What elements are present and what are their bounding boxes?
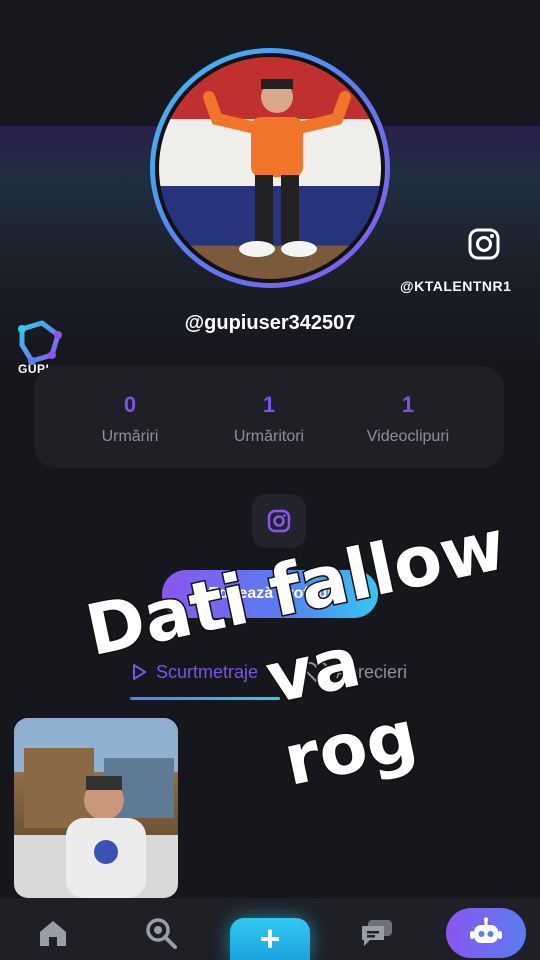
home-icon[interactable] bbox=[36, 916, 70, 950]
messages-icon[interactable] bbox=[360, 916, 394, 950]
avatar-photo bbox=[159, 57, 381, 279]
add-icon: + bbox=[259, 918, 281, 959]
instagram-icon bbox=[267, 509, 291, 533]
tab-videos[interactable]: Scurtmetraje bbox=[130, 658, 258, 686]
active-tab-indicator bbox=[130, 697, 280, 700]
stat-videos[interactable]: 1 Videoclipuri bbox=[348, 392, 468, 468]
assistant-button[interactable] bbox=[446, 908, 526, 958]
instagram-icon[interactable] bbox=[466, 226, 502, 262]
stat-label: Urmăritori bbox=[233, 428, 305, 445]
stat-label: Videoclipuri bbox=[366, 428, 450, 445]
tab-likes-label: Aprecieri bbox=[336, 661, 408, 682]
person-figure bbox=[203, 79, 351, 257]
avatar[interactable] bbox=[150, 48, 390, 288]
tab-videos-label: Scurtmetraje bbox=[156, 661, 259, 682]
discover-icon[interactable] bbox=[144, 916, 178, 950]
heart-icon bbox=[304, 661, 328, 683]
stat-label: Urmăriri bbox=[101, 428, 159, 445]
stat-followers[interactable]: 1 Urmăritori bbox=[209, 392, 329, 468]
bot-icon bbox=[470, 917, 502, 943]
tab-likes[interactable]: Aprecieri bbox=[304, 658, 407, 686]
video-thumbnail[interactable] bbox=[14, 718, 178, 898]
username: @gupiuser342507 bbox=[184, 312, 356, 334]
stat-value: 0 bbox=[123, 392, 137, 417]
stat-value: 1 bbox=[401, 392, 415, 417]
stats-card: 0 Urmăriri 1 Urmăritori 1 Videoclipuri bbox=[34, 366, 504, 468]
video-thumbnail-image bbox=[14, 718, 178, 898]
instagram-handle[interactable]: @KTALENTNR1 bbox=[400, 278, 511, 294]
stat-following[interactable]: 0 Urmăriri bbox=[70, 392, 190, 468]
edit-profile-button[interactable]: Editează profilul bbox=[162, 570, 378, 618]
stat-value: 1 bbox=[262, 392, 276, 417]
play-icon bbox=[133, 664, 146, 680]
instagram-link-button[interactable] bbox=[252, 494, 306, 548]
add-video-button[interactable]: + bbox=[230, 918, 310, 960]
